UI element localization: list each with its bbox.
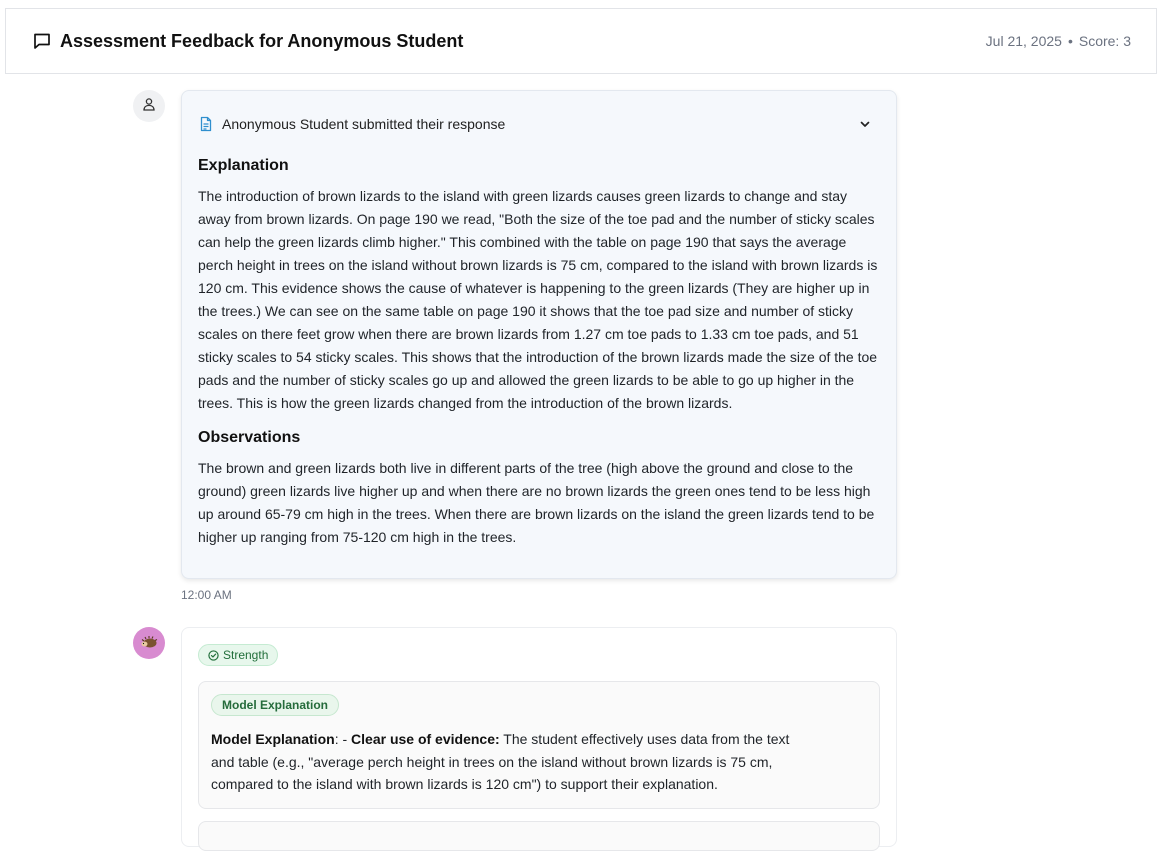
page-title: Assessment Feedback for Anonymous Studen… [60,30,464,51]
meta-separator: • [1067,33,1073,49]
assistant-avatar [133,627,165,659]
observations-section: Observations The brown and green lizards… [198,429,880,549]
submission-date: Jul 21, 2025 [985,33,1062,49]
student-response-card: Anonymous Student submitted their respon… [181,90,897,579]
model-explanation-text: Model Explanation: - Clear use of eviden… [211,728,811,796]
chevron-down-icon[interactable] [858,117,872,131]
next-feedback-box [198,821,880,851]
response-timestamp: 12:00 AM [181,588,232,602]
model-label: Model Explanation [211,731,335,747]
strength-label: Strength [223,648,269,662]
submission-status: Anonymous Student submitted their respon… [222,116,506,132]
student-avatar [133,90,165,122]
page-header: Assessment Feedback for Anonymous Studen… [5,8,1157,74]
explanation-section: Explanation The introduction of brown li… [198,157,880,415]
score-label: Score: 3 [1078,33,1131,49]
chat-bubble-icon [32,31,52,51]
observations-text: The brown and green lizards both live in… [198,460,875,545]
observations-heading: Observations [198,429,301,446]
check-circle-icon [208,649,219,661]
hedgehog-icon [140,635,158,652]
explanation-heading: Explanation [198,157,289,174]
header-meta: Jul 21, 2025 • Score: 3 [986,33,1131,49]
model-explanation-box: Model Explanation Model Explanation: - C… [198,681,880,809]
evidence-label: Clear use of evidence: [351,731,500,747]
model-explanation-badge: Model Explanation [211,694,340,716]
explanation-text: The introduction of brown lizards to the… [198,188,878,411]
model-colon: : - [334,731,352,747]
document-icon [198,116,214,132]
user-icon [142,97,156,116]
strength-badge: Strength [198,644,279,666]
feedback-card: Strength Model Explanation Model Explana… [181,627,897,851]
response-header[interactable]: Anonymous Student submitted their respon… [198,91,880,157]
